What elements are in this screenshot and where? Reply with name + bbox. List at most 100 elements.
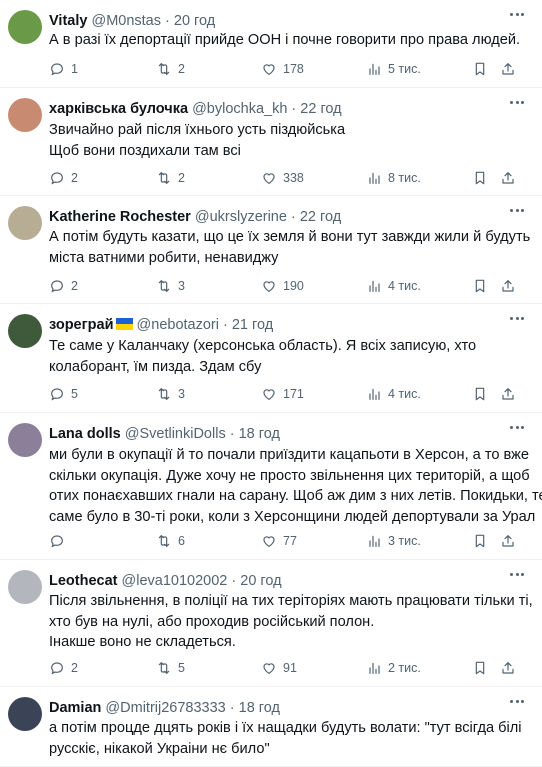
reply-button[interactable]: 5: [49, 383, 78, 405]
more-options-icon[interactable]: [510, 209, 528, 215]
share-button[interactable]: [500, 383, 522, 405]
like-button[interactable]: 338: [261, 167, 304, 189]
share-button[interactable]: [500, 530, 522, 552]
like-button[interactable]: 171: [261, 383, 304, 405]
tweet-text-line: Після звільнення, в поліції на тих теріт…: [49, 593, 533, 609]
share-icon: [500, 278, 522, 294]
author-name[interactable]: Lana dolls: [49, 426, 121, 442]
views-button[interactable]: 8 тис.: [366, 167, 421, 189]
more-options-icon[interactable]: [510, 573, 528, 579]
repost-button[interactable]: 3: [156, 275, 185, 297]
views-button[interactable]: 2 тис.: [366, 657, 421, 679]
bookmark-button[interactable]: [472, 383, 494, 405]
avatar[interactable]: [8, 206, 42, 240]
tweet[interactable]: Katherine Rochester @ukrslyzerine · 22 г…: [0, 196, 542, 304]
author-name[interactable]: Katherine Rochester: [49, 209, 191, 225]
more-options-icon[interactable]: [510, 13, 528, 19]
bookmark-button[interactable]: [472, 275, 494, 297]
separator-dot: ·: [287, 101, 301, 117]
author-handle[interactable]: @SvetlinkiDolls: [125, 426, 226, 442]
more-options-icon[interactable]: [510, 700, 528, 706]
avatar[interactable]: [8, 98, 42, 132]
share-button[interactable]: [500, 275, 522, 297]
tweet[interactable]: Vitaly @M0nstas · 20 год А в разі їх депо…: [0, 0, 542, 88]
views-button[interactable]: 4 тис.: [366, 275, 421, 297]
avatar[interactable]: [8, 697, 42, 731]
reposts-count: 2: [178, 171, 185, 185]
avatar[interactable]: [8, 314, 42, 348]
tweet[interactable]: Damian @Dmitrij26783333 · 18 год а потім …: [0, 687, 542, 767]
author-name[interactable]: харківська булочка: [49, 101, 188, 117]
author-handle[interactable]: @nebotazori: [137, 317, 219, 333]
views-button[interactable]: 3 тис.: [366, 530, 421, 552]
tweet[interactable]: Leothecat @leva10102002 · 20 год Після зв…: [0, 560, 542, 687]
like-button[interactable]: 91: [261, 657, 297, 679]
author-name[interactable]: зореграй: [49, 317, 114, 333]
views-icon: [366, 660, 388, 676]
timestamp[interactable]: 20 год: [240, 573, 281, 589]
share-button[interactable]: [500, 58, 522, 80]
repost-icon: [156, 278, 178, 294]
views-button[interactable]: 4 тис.: [366, 383, 421, 405]
timestamp[interactable]: 21 год: [232, 317, 273, 333]
more-options-icon[interactable]: [510, 101, 528, 107]
views-count: 8 тис.: [388, 171, 421, 185]
bookmark-icon: [472, 278, 494, 294]
bookmark-button[interactable]: [472, 657, 494, 679]
author-handle[interactable]: @Dmitrij26783333: [105, 700, 225, 716]
views-count: 3 тис.: [388, 534, 421, 548]
author-name[interactable]: Vitaly: [49, 13, 87, 29]
repost-icon: [156, 386, 178, 402]
share-button[interactable]: [500, 167, 522, 189]
heart-icon: [261, 533, 283, 549]
reply-button[interactable]: 2: [49, 657, 78, 679]
timestamp[interactable]: 18 год: [239, 426, 280, 442]
reply-button[interactable]: 1: [49, 58, 78, 80]
tweet[interactable]: зореграй @nebotazori · 21 год Те саме у К…: [0, 304, 542, 413]
timestamp[interactable]: 22 год: [300, 209, 341, 225]
more-options-icon[interactable]: [510, 317, 528, 323]
reply-button[interactable]: 2: [49, 275, 78, 297]
repost-button[interactable]: 3: [156, 383, 185, 405]
tweet-text: А потім будуть казати, що це їх земля й …: [49, 227, 530, 268]
tweet-text-line: скільки окупація. Дуже хочу не просто зв…: [49, 467, 530, 484]
author-name[interactable]: Damian: [49, 700, 101, 716]
reply-icon: [49, 61, 71, 77]
bookmark-button[interactable]: [472, 58, 494, 80]
avatar[interactable]: [8, 570, 42, 604]
author-handle[interactable]: @bylochka_kh: [192, 101, 287, 117]
repost-button[interactable]: 2: [156, 58, 185, 80]
views-button[interactable]: 5 тис.: [366, 58, 421, 80]
timestamp[interactable]: 18 год: [239, 700, 280, 716]
avatar[interactable]: [8, 10, 42, 44]
like-button[interactable]: 190: [261, 275, 304, 297]
tweet-header: Damian @Dmitrij26783333 · 18 год: [49, 698, 502, 718]
author-handle[interactable]: @ukrslyzerine: [195, 209, 287, 225]
repost-icon: [156, 533, 178, 549]
like-button[interactable]: 178: [261, 58, 304, 80]
separator-dot: ·: [227, 573, 241, 589]
tweet[interactable]: харківська булочка @bylochka_kh · 22 год…: [0, 88, 542, 196]
reply-button[interactable]: 2: [49, 167, 78, 189]
repost-button[interactable]: 2: [156, 167, 185, 189]
tweet-actions: 5 3 171 4 тис.: [0, 383, 542, 405]
bookmark-button[interactable]: [472, 530, 494, 552]
bookmark-button[interactable]: [472, 167, 494, 189]
timestamp[interactable]: 22 год: [300, 101, 341, 117]
likes-count: 178: [283, 62, 304, 76]
repost-button[interactable]: 5: [156, 657, 185, 679]
avatar[interactable]: [8, 423, 42, 457]
author-name[interactable]: Leothecat: [49, 573, 118, 589]
bookmark-icon: [472, 386, 494, 402]
repost-button[interactable]: 6: [156, 530, 185, 552]
tweet[interactable]: Lana dolls @SvetlinkiDolls · 18 год ми бу…: [0, 413, 542, 560]
reply-button[interactable]: [49, 530, 71, 552]
author-handle[interactable]: @M0nstas: [91, 13, 161, 29]
bookmark-icon: [472, 533, 494, 549]
timestamp[interactable]: 20 год: [174, 13, 215, 29]
share-button[interactable]: [500, 657, 522, 679]
like-button[interactable]: 77: [261, 530, 297, 552]
tweet-actions: 2 3 190 4 тис.: [0, 275, 542, 297]
author-handle[interactable]: @leva10102002: [122, 573, 228, 589]
more-options-icon[interactable]: [510, 426, 528, 432]
